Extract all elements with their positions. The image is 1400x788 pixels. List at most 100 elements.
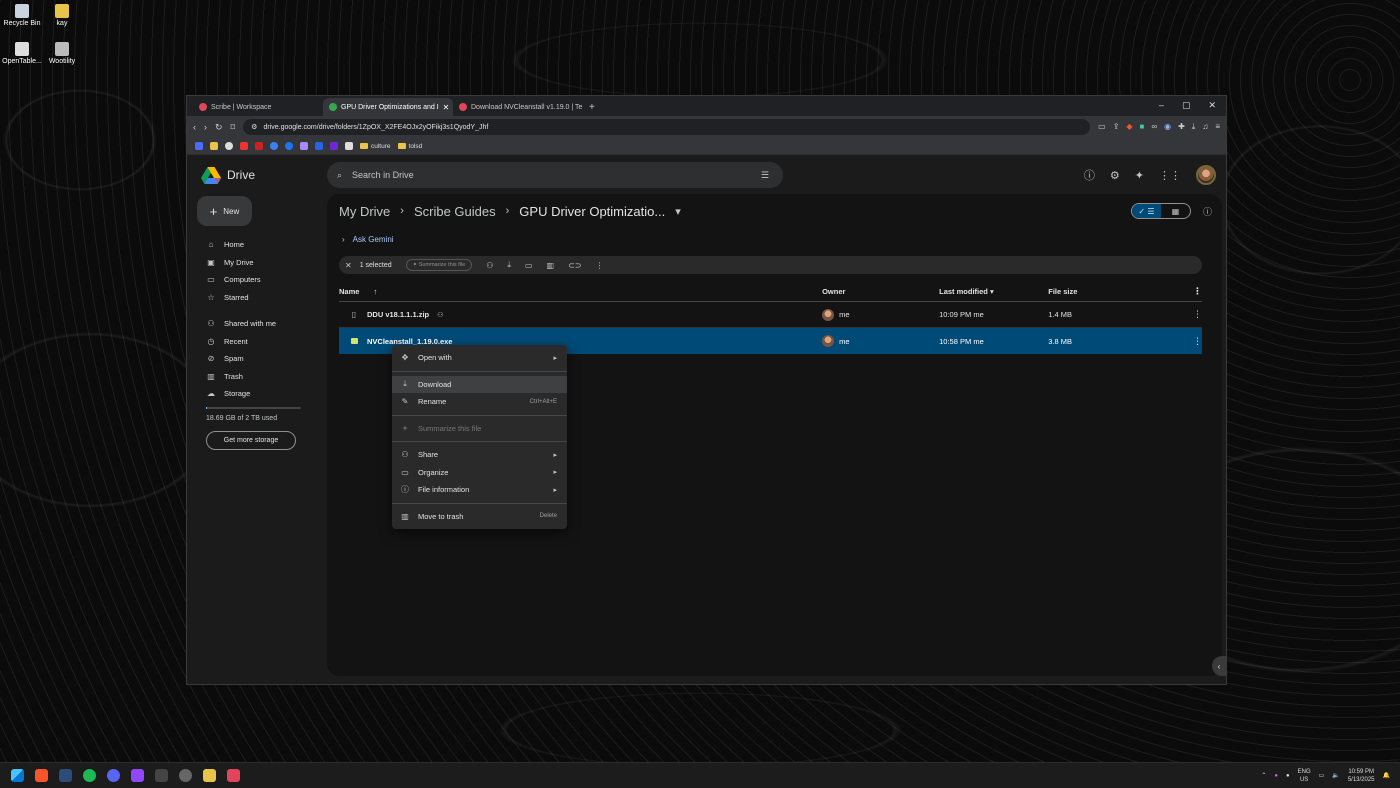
link-icon[interactable]: ⊂⊃ — [568, 261, 581, 270]
site-info-icon[interactable]: ⚙ — [251, 123, 257, 131]
tab-drive[interactable]: GPU Driver Optimizations and I ✕ — [323, 98, 453, 116]
facebook-bookmark-icon[interactable] — [285, 142, 293, 150]
column-name[interactable]: Name ↑ — [339, 287, 822, 296]
steam-icon[interactable] — [59, 769, 72, 782]
back-icon[interactable]: ‹ — [193, 122, 196, 132]
table-row[interactable]: ▯ DDU v18.1.1.1.zip ⚇ me 10:09 PM me 1.4… — [339, 302, 1202, 328]
notifications-icon[interactable]: 🔔 — [1383, 772, 1390, 779]
close-tab-icon[interactable]: ✕ — [443, 103, 450, 112]
tray-app-icon[interactable]: ● — [1274, 773, 1278, 779]
help-icon[interactable]: ⓘ — [1084, 167, 1095, 183]
clock[interactable]: 10:59 PM 5/13/2025 — [1348, 768, 1375, 784]
bookmark-favicon-icon[interactable] — [345, 142, 353, 150]
sidebar-item-recent[interactable]: ◷ Recent — [187, 333, 327, 351]
breadcrumb-scribe-guides[interactable]: Scribe Guides — [414, 204, 496, 219]
drive-logo[interactable]: Drive — [187, 166, 327, 184]
desktop-icon-kay[interactable]: kay — [40, 4, 84, 27]
sidebar-item-storage[interactable]: ☁ Storage — [187, 385, 327, 403]
grid-view-button[interactable]: ▦ — [1161, 204, 1190, 218]
media-icon[interactable]: ♫ — [1202, 122, 1208, 132]
row-more-icon[interactable]: ⋮ — [1172, 309, 1202, 320]
minimize-button[interactable]: – — [1159, 100, 1164, 111]
gemini-sparkle-icon[interactable]: ✦ — [1135, 169, 1144, 182]
scribe-app-icon[interactable] — [227, 769, 240, 782]
search-options-icon[interactable]: ☰ — [761, 170, 769, 181]
settings-gear-icon[interactable]: ⚙ — [1110, 169, 1120, 182]
download-icon[interactable]: ⤓ — [507, 260, 511, 270]
clear-selection-icon[interactable]: ✕ — [345, 261, 352, 270]
file-explorer-icon[interactable] — [203, 769, 216, 782]
extension-glasses-icon[interactable]: ∞ — [1151, 122, 1157, 132]
language-indicator[interactable]: ENG US — [1298, 768, 1311, 784]
tab-nvcleanstall[interactable]: Download NVCleanstall v1.19.0 | Te — [453, 98, 583, 116]
sidebar-item-computers[interactable]: ▭ Computers — [187, 271, 327, 289]
new-button[interactable]: + New — [197, 196, 252, 226]
share-person-icon[interactable]: ⚇ — [486, 261, 493, 270]
tab-scribe[interactable]: Scribe | Workspace — [193, 98, 323, 116]
share-icon[interactable]: ⇪ — [1113, 122, 1120, 132]
ask-gemini-row[interactable]: › Ask Gemini — [327, 228, 1222, 250]
address-bar[interactable]: ⚙ drive.google.com/drive/folders/1ZpOX_X… — [243, 119, 1091, 135]
youtube-bookmark-icon[interactable] — [240, 142, 248, 150]
breadcrumb-my-drive[interactable]: My Drive — [339, 204, 390, 219]
column-file-size[interactable]: File size — [1048, 287, 1172, 296]
sidebar-item-starred[interactable]: ☆ Starred — [187, 289, 327, 307]
obs-icon[interactable] — [179, 769, 192, 782]
sidebar-item-spam[interactable]: ⊘ Spam — [187, 350, 327, 368]
downloads-icon[interactable]: ⤓ — [1192, 122, 1196, 132]
menu-item-open-with[interactable]: ✥ Open with ▸ — [392, 349, 567, 367]
folder-dropdown-icon[interactable]: ▾ — [675, 205, 681, 218]
bookmark-favicon-icon[interactable] — [300, 142, 308, 150]
search-icon[interactable]: ⌕ — [337, 170, 342, 181]
sidebar-item-shared[interactable]: ⚇ Shared with me — [187, 315, 327, 333]
details-info-icon[interactable]: ⓘ — [1203, 205, 1212, 218]
search-input[interactable]: Search in Drive — [352, 170, 414, 180]
apps-grid-icon[interactable]: ⋮⋮ — [1159, 169, 1181, 182]
start-menu-icon[interactable] — [11, 769, 24, 782]
list-view-button[interactable]: ✓ ☰ — [1131, 204, 1161, 218]
desktop-icon-opentable[interactable]: OpenTable... — [0, 42, 44, 65]
bookmark-favicon-icon[interactable] — [330, 142, 338, 150]
show-hidden-icons-icon[interactable]: ⌃ — [1261, 772, 1266, 779]
more-actions-icon[interactable]: ⋮ — [595, 261, 603, 270]
bookmark-folder-tolsd[interactable]: tolsd — [397, 143, 422, 150]
sidebar-item-home[interactable]: ⌂ Home — [187, 236, 327, 254]
menu-item-file-information[interactable]: ⓘ File information ▸ — [392, 481, 567, 499]
summarize-file-button[interactable]: ✦ Summarize this file — [405, 259, 473, 271]
brave-shield-icon[interactable]: ◆ — [1126, 122, 1132, 132]
column-options-icon[interactable]: ⋮ — [1172, 286, 1202, 297]
column-owner[interactable]: Owner — [822, 287, 939, 296]
bookmark-favicon-icon[interactable] — [315, 142, 323, 150]
forward-icon[interactable]: › — [204, 122, 207, 132]
menu-item-rename[interactable]: ✎ Rename Ctrl+Alt+E — [392, 393, 567, 411]
side-panel-toggle-button[interactable]: ‹ — [1212, 656, 1226, 676]
bookmark-favicon-icon[interactable] — [225, 142, 233, 150]
spotify-icon[interactable] — [83, 769, 96, 782]
extension-green-icon[interactable]: ■ — [1140, 122, 1145, 132]
extension-wave-icon[interactable]: ◉ — [1164, 122, 1171, 132]
brave-browser-icon[interactable] — [35, 769, 48, 782]
twitch-icon[interactable] — [131, 769, 144, 782]
maximize-button[interactable]: ▢ — [1182, 100, 1191, 111]
bookmark-favicon-icon[interactable] — [210, 142, 218, 150]
reload-icon[interactable]: ↻ — [215, 122, 223, 133]
menu-item-download[interactable]: ⤓ Download — [392, 375, 567, 393]
column-last-modified[interactable]: Last modified ▾ — [939, 287, 1048, 296]
discord-icon[interactable] — [107, 769, 120, 782]
network-icon[interactable]: ▭ — [1319, 772, 1325, 779]
tray-steam-icon[interactable]: ● — [1286, 773, 1290, 779]
desktop-icon-wootility[interactable]: Wootility — [40, 42, 84, 65]
cast-icon[interactable]: ▭ — [1098, 122, 1106, 132]
bookmark-favicon-icon[interactable] — [195, 142, 203, 150]
bookmark-icon[interactable]: ⌑ — [231, 122, 236, 133]
move-folder-icon[interactable]: ▭ — [525, 261, 533, 270]
menu-item-move-to-trash[interactable]: ▥ Move to trash Delete — [392, 508, 567, 526]
keyboard-app-icon[interactable] — [155, 769, 168, 782]
breadcrumb-current-folder[interactable]: GPU Driver Optimizatio... — [519, 204, 665, 219]
menu-item-organize[interactable]: ▭ Organize ▸ — [392, 464, 567, 482]
new-tab-button[interactable]: + — [583, 102, 601, 116]
volume-icon[interactable]: 🔈 — [1332, 772, 1339, 779]
menu-item-share[interactable]: ⚇ Share ▸ — [392, 446, 567, 464]
bookmark-folder-culture[interactable]: culture — [360, 143, 391, 150]
get-more-storage-button[interactable]: Get more storage — [206, 430, 296, 450]
